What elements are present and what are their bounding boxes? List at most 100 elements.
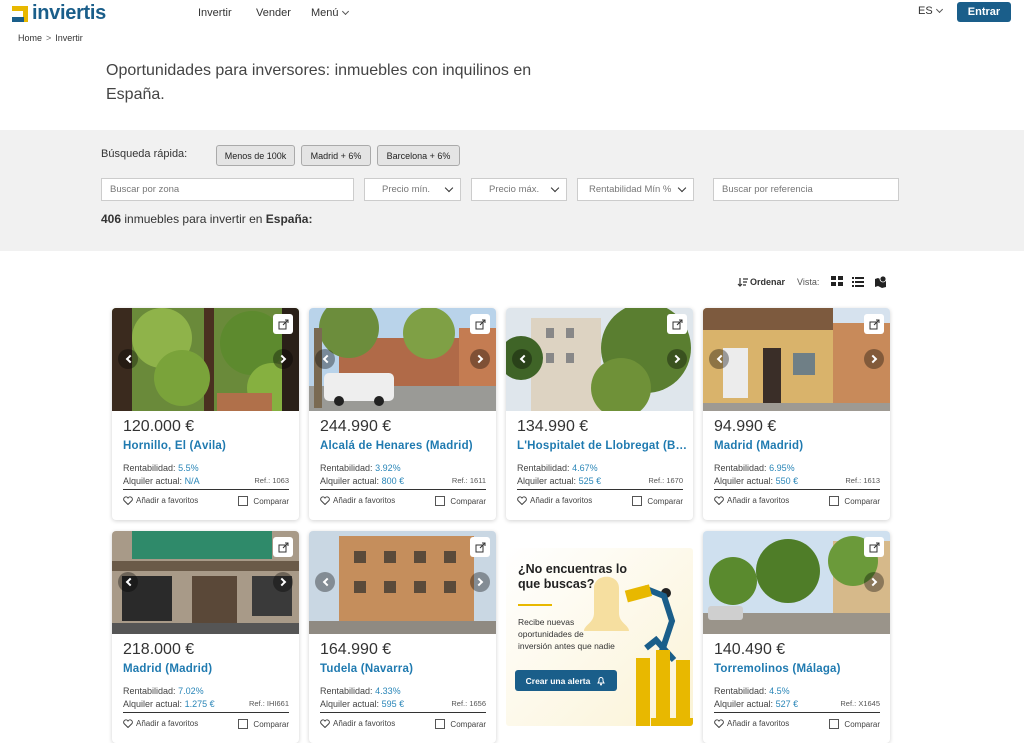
photo-next-arrow[interactable] bbox=[273, 572, 293, 592]
listing-yield: Rentabilidad: 4.67% bbox=[517, 463, 598, 473]
photo-prev-arrow[interactable] bbox=[512, 349, 532, 369]
nav-invertir[interactable]: Invertir bbox=[198, 7, 232, 19]
listing-card[interactable]: 244.990 € Alcalá de Henares (Madrid) Ren… bbox=[309, 308, 496, 520]
add-favorite-button[interactable]: Añadir a favoritos bbox=[714, 719, 789, 728]
photo-next-arrow[interactable] bbox=[470, 572, 490, 592]
reference-search-input[interactable]: Buscar por referencia bbox=[713, 178, 899, 201]
price-max-label: Precio máx. bbox=[489, 184, 540, 195]
photo-prev-arrow[interactable] bbox=[315, 572, 335, 592]
logo[interactable]: inviertis bbox=[12, 2, 106, 25]
compare-checkbox[interactable]: Comparar bbox=[435, 719, 486, 729]
checkbox-icon bbox=[238, 496, 249, 506]
add-favorite-button[interactable]: Añadir a favoritos bbox=[123, 719, 198, 728]
listing-yield: Rentabilidad: 4.33% bbox=[320, 686, 401, 696]
compare-checkbox[interactable]: Comparar bbox=[435, 496, 486, 506]
listing-card[interactable]: 94.990 € Madrid (Madrid) Rentabilidad: 6… bbox=[703, 308, 890, 520]
listing-price: 140.490 € bbox=[714, 641, 786, 658]
listing-ref: Ref.: 1613 bbox=[845, 476, 880, 485]
listing-photo[interactable] bbox=[703, 531, 890, 634]
open-external-icon[interactable] bbox=[864, 314, 884, 334]
photo-prev-arrow[interactable] bbox=[315, 349, 335, 369]
listing-location-link[interactable]: Madrid (Madrid) bbox=[714, 440, 884, 452]
breadcrumb-home[interactable]: Home bbox=[18, 33, 42, 43]
listing-card[interactable]: 120.000 € Hornillo, El (Ávila) Rentabili… bbox=[112, 308, 299, 520]
listing-card[interactable]: 140.490 € Torremolinos (Málaga) Rentabil… bbox=[703, 531, 890, 743]
listing-location-link[interactable]: Alcalá de Henares (Madrid) bbox=[320, 440, 490, 452]
results-number: 406 bbox=[101, 212, 122, 226]
zone-search-input[interactable]: Buscar por zona bbox=[101, 178, 354, 201]
listing-photo[interactable] bbox=[506, 308, 693, 411]
ref-label: Ref.: bbox=[648, 476, 665, 485]
yield-value: 4.33% bbox=[375, 686, 401, 696]
compare-checkbox[interactable]: Comparar bbox=[829, 719, 880, 729]
listing-photo[interactable] bbox=[309, 308, 496, 411]
compare-checkbox[interactable]: Comparar bbox=[238, 496, 289, 506]
listing-location-link[interactable]: Tudela (Navarra) bbox=[320, 663, 490, 675]
listing-location-link[interactable]: Madrid (Madrid) bbox=[123, 663, 293, 675]
compare-label: Comparar bbox=[844, 719, 880, 729]
yield-value: 5.5% bbox=[178, 463, 199, 473]
yield-min-select[interactable]: Rentabilidad Mín % bbox=[577, 178, 694, 201]
listing-card[interactable]: 164.990 € Tudela (Navarra) Rentabilidad:… bbox=[309, 531, 496, 743]
listing-location-link[interactable]: Torremolinos (Málaga) bbox=[714, 663, 884, 675]
add-favorite-button[interactable]: Añadir a favoritos bbox=[517, 496, 592, 505]
listing-location-link[interactable]: L'Hospitalet de Llobregat (Barcelona) bbox=[517, 440, 687, 452]
checkbox-icon bbox=[435, 719, 446, 729]
listing-photo[interactable] bbox=[703, 308, 890, 411]
sort-button[interactable]: Ordenar bbox=[737, 277, 785, 287]
chevron-down-icon bbox=[550, 183, 560, 193]
photo-next-arrow[interactable] bbox=[864, 572, 884, 592]
quick-chip-barcelona[interactable]: Barcelona + 6% bbox=[377, 145, 460, 166]
open-external-icon[interactable] bbox=[470, 537, 490, 557]
favorite-label: Añadir a favoritos bbox=[530, 496, 593, 505]
rent-value: 595 € bbox=[381, 699, 405, 709]
create-alert-button[interactable]: Crear una alerta bbox=[515, 670, 617, 691]
compare-checkbox[interactable]: Comparar bbox=[829, 496, 880, 506]
open-external-icon[interactable] bbox=[667, 314, 687, 334]
quick-chip-madrid[interactable]: Madrid + 6% bbox=[301, 145, 371, 166]
listing-price: 120.000 € bbox=[123, 418, 195, 435]
photo-next-arrow[interactable] bbox=[273, 349, 293, 369]
add-favorite-button[interactable]: Añadir a favoritos bbox=[714, 496, 789, 505]
grid-view-icon[interactable] bbox=[831, 276, 843, 287]
map-view-icon[interactable] bbox=[874, 275, 887, 288]
compare-label: Comparar bbox=[647, 496, 683, 506]
add-favorite-button[interactable]: Añadir a favoritos bbox=[320, 719, 395, 728]
listing-photo[interactable] bbox=[112, 531, 299, 634]
add-favorite-button[interactable]: Añadir a favoritos bbox=[320, 496, 395, 505]
ref-label: Ref.: bbox=[840, 699, 857, 708]
listing-card[interactable]: 134.990 € L'Hospitalet de Llobregat (Bar… bbox=[506, 308, 693, 520]
storefront-photo bbox=[112, 531, 299, 634]
photo-prev-arrow[interactable] bbox=[118, 572, 138, 592]
listing-card[interactable]: 218.000 € Madrid (Madrid) Rentabilidad: … bbox=[112, 531, 299, 743]
listing-rent: Alquiler actual: 527 € bbox=[714, 699, 798, 709]
login-button[interactable]: Entrar bbox=[957, 2, 1011, 22]
open-external-icon[interactable] bbox=[273, 314, 293, 334]
language-selector[interactable]: ES bbox=[918, 5, 943, 17]
listing-photo[interactable] bbox=[309, 531, 496, 634]
quick-search-label: Búsqueda rápida: bbox=[101, 148, 188, 160]
photo-next-arrow[interactable] bbox=[864, 349, 884, 369]
add-favorite-button[interactable]: Añadir a favoritos bbox=[123, 496, 198, 505]
photo-prev-arrow[interactable] bbox=[709, 349, 729, 369]
listing-location-link[interactable]: Hornillo, El (Ávila) bbox=[123, 440, 293, 452]
compare-checkbox[interactable]: Comparar bbox=[238, 719, 289, 729]
price-max-select[interactable]: Precio máx. bbox=[471, 178, 567, 201]
checkbox-icon bbox=[829, 496, 840, 506]
quick-chip-under-100k[interactable]: Menos de 100k bbox=[216, 145, 295, 166]
compare-checkbox[interactable]: Comparar bbox=[632, 496, 683, 506]
nav-vender[interactable]: Vender bbox=[256, 7, 291, 19]
listing-ref: Ref.: IHI661 bbox=[249, 699, 289, 708]
open-external-icon[interactable] bbox=[864, 537, 884, 557]
open-external-icon[interactable] bbox=[273, 537, 293, 557]
list-view-icon[interactable] bbox=[852, 276, 864, 287]
listing-photo[interactable] bbox=[112, 308, 299, 411]
photo-next-arrow[interactable] bbox=[470, 349, 490, 369]
photo-prev-arrow[interactable] bbox=[118, 349, 138, 369]
photo-next-arrow[interactable] bbox=[667, 349, 687, 369]
price-min-select[interactable]: Precio mín. bbox=[364, 178, 461, 201]
open-external-icon[interactable] bbox=[470, 314, 490, 334]
yield-label: Rentabilidad: bbox=[123, 463, 176, 473]
card-divider bbox=[123, 489, 289, 490]
nav-menu[interactable]: Menú bbox=[311, 7, 349, 19]
